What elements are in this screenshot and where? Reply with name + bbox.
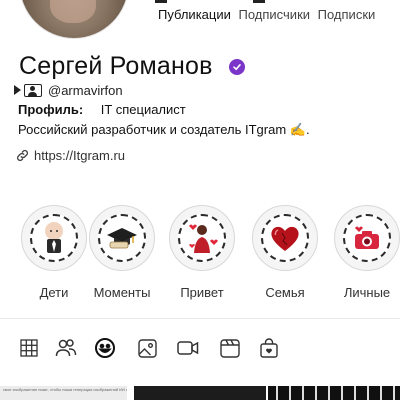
profile-name: Сергей Романов [19,52,213,80]
bag-icon[interactable] [257,336,281,360]
followers-label[interactable]: Подписчики [239,7,311,22]
expand-arrow-icon[interactable] [14,85,21,95]
grid-icon[interactable] [17,336,41,360]
image-icon[interactable] [135,336,159,360]
highlight-privet[interactable]: Привет [168,205,236,300]
stats-labels: Публикации Подписчики Подписки [158,7,379,22]
profile-link[interactable]: https://Itgram.ru [15,148,125,163]
post-thumbnail[interactable] [268,386,400,400]
highlight-momenty[interactable]: Моменты [88,205,156,300]
highlight-label: Семья [265,285,305,300]
posts-label[interactable]: Публикации [158,7,231,22]
clapper-icon[interactable] [218,336,242,360]
profile-avatar[interactable] [20,0,128,38]
content-tabs [0,336,400,360]
video-icon[interactable] [176,336,200,360]
highlight-label: Дети [39,285,69,300]
people-icon[interactable] [54,336,78,360]
profile-label: Профиль: [18,102,84,117]
heart-icon [261,214,309,262]
handle-row: @armavirfon [14,81,123,99]
highlight-label: Моменты [93,285,151,300]
link-text[interactable]: https://Itgram.ru [34,148,125,163]
following-label[interactable]: Подписки [318,7,376,22]
thumb-text: свое изображение ниже, чтобы наша генера… [3,387,127,392]
divider [0,318,400,319]
verified-badge-icon [229,59,245,75]
post-thumbnail[interactable] [134,386,266,400]
highlight-lichnye[interactable]: Личные [333,205,400,300]
contact-card-icon [24,83,42,97]
profile-category: Профиль: IT специалист [18,102,186,117]
stat-counts-cropped [155,0,395,3]
highlight-deti[interactable]: Дети [20,205,88,300]
camera-icon [343,214,391,262]
profile-value: IT специалист [100,102,186,117]
profile-handle[interactable]: @armavirfon [48,83,123,98]
emoji-icon[interactable] [93,336,117,360]
post-grid: свое изображение ниже, чтобы наша генера… [0,386,400,400]
post-thumbnail[interactable]: свое изображение ниже, чтобы наша генера… [0,386,127,400]
highlight-label: Привет [180,285,224,300]
link-icon [17,150,28,161]
baby-icon [30,214,78,262]
highlight-label: Личные [343,285,391,300]
highlight-semya[interactable]: Семья [251,205,319,300]
graduation-cap-icon [98,214,146,262]
profile-bio: Российский разработчик и создатель ITgra… [18,122,310,137]
girl-with-hearts-icon [178,214,226,262]
